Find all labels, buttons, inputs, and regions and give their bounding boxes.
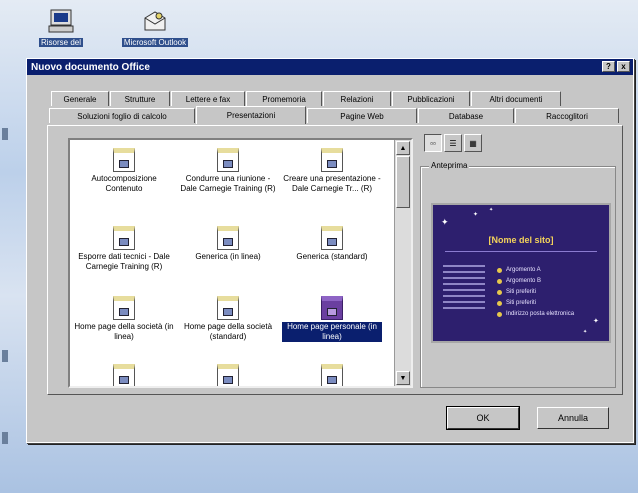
star-icon: ✦ [593, 318, 599, 325]
view-mode-buttons: ▫▫ ☰ ▦ [424, 134, 482, 152]
tab-presentazioni[interactable]: Presentazioni [196, 106, 306, 124]
desktop-edge-mark [2, 432, 8, 444]
star-icon: ✦ [473, 212, 479, 218]
tab-soluzioni-foglio-di-calcolo[interactable]: Soluzioni foglio di calcolo [49, 108, 195, 123]
slide-title: [Nome del sito] [488, 235, 554, 245]
template-item[interactable]: Esporre dati tecnici - Dale Carnegie Tra… [74, 226, 174, 272]
slide-bullet: Argomento A [497, 265, 574, 276]
wizard-icon [113, 148, 135, 172]
template-icon [321, 226, 343, 250]
template-icon [217, 296, 239, 320]
slide-divider [445, 251, 597, 252]
slide-bullet: Argomento B [497, 276, 574, 287]
template-icon [113, 364, 135, 386]
template-icon [113, 296, 135, 320]
template-item[interactable]: Home page della società (in linea) [74, 296, 174, 342]
template-item[interactable]: Generica (standard) [282, 226, 382, 262]
star-icon: ✦ [489, 207, 494, 213]
desktop-icon-label: Risorse del [38, 38, 83, 47]
tab-altri-documenti[interactable]: Altri documenti [471, 91, 561, 106]
desktop-icon-label: Microsoft Outlook [121, 38, 189, 47]
help-button[interactable]: ? [602, 61, 615, 72]
desktop-edge-mark [2, 350, 8, 362]
preview-slide: ✦ ✦ ✦ ✦ ✦ [Nome del sito] Argomento A Ar… [431, 203, 611, 343]
list-view-icon[interactable]: ☰ [444, 134, 462, 152]
tab-row-front: Soluzioni foglio di calcolo Presentazion… [49, 106, 620, 124]
template-list[interactable]: Autocomposizione Contenuto Condurre una … [68, 138, 413, 388]
slide-bullets: Argomento A Argomento B Siti preferiti S… [497, 265, 574, 320]
template-label: Autocomposizione Contenuto [91, 174, 157, 193]
scroll-up-icon[interactable]: ▲ [396, 141, 410, 155]
slide-text-block [443, 265, 485, 313]
template-icon [217, 226, 239, 250]
template-item[interactable]: Generica (in linea) [178, 226, 278, 262]
slide-bullet: Siti preferiti [497, 287, 574, 298]
template-label: Esporre dati tecnici - Dale Carnegie Tra… [78, 252, 170, 271]
template-icon-selected [321, 296, 343, 320]
template-label: Creare una presentazione - Dale Carnegie… [283, 174, 381, 193]
desktop-icon-outlook[interactable]: Microsoft Outlook [120, 8, 190, 47]
outlook-icon [144, 11, 166, 31]
tab-database[interactable]: Database [418, 108, 514, 123]
tab-pubblicazioni[interactable]: Pubblicazioni [392, 91, 470, 106]
ok-button[interactable]: OK [446, 406, 520, 430]
template-item[interactable] [74, 364, 174, 386]
template-label: Condurre una riunione - Dale Carnegie Tr… [180, 174, 276, 193]
tab-row-back: Generale Strutture Lettere e fax Promemo… [51, 91, 562, 106]
star-icon: ✦ [441, 217, 449, 227]
large-icons-view-icon[interactable]: ▫▫ [424, 134, 442, 152]
template-icon [217, 148, 239, 172]
tab-lettere-e-fax[interactable]: Lettere e fax [171, 91, 245, 106]
new-office-document-dialog: Nuovo documento Office ? x Generale Stru… [26, 58, 634, 443]
close-button[interactable]: x [617, 61, 630, 72]
template-list-scrollbar[interactable]: ▲ ▼ [394, 140, 411, 386]
details-view-icon[interactable]: ▦ [464, 134, 482, 152]
template-grid: Autocomposizione Contenuto Condurre una … [70, 140, 395, 386]
template-icon [321, 148, 343, 172]
scroll-thumb[interactable] [396, 156, 410, 208]
tab-raccoglitori[interactable]: Raccoglitori [515, 108, 619, 123]
desktop-edge-mark [2, 128, 8, 140]
template-item-selected[interactable]: Home page personale (in linea) [282, 296, 382, 342]
dialog-title: Nuovo documento Office [31, 61, 150, 73]
star-icon: ✦ [583, 329, 588, 335]
template-icon [113, 226, 135, 250]
template-item[interactable]: Autocomposizione Contenuto [74, 148, 174, 194]
tab-strutture[interactable]: Strutture [110, 91, 170, 106]
template-icon [321, 364, 343, 386]
computer-icon [48, 9, 74, 33]
cancel-button[interactable]: Annulla [537, 407, 609, 429]
template-item[interactable]: Creare una presentazione - Dale Carnegie… [282, 148, 382, 194]
scroll-down-icon[interactable]: ▼ [396, 371, 410, 385]
template-icon [217, 364, 239, 386]
template-item[interactable]: Home page della società (standard) [178, 296, 278, 342]
tab-promemoria[interactable]: Promemoria [246, 91, 322, 106]
preview-group: Anteprima ✦ ✦ ✦ ✦ ✦ [Nome del sito] Argo… [420, 161, 616, 388]
dialog-titlebar[interactable]: Nuovo documento Office ? x [27, 59, 633, 75]
preview-label: Anteprima [429, 161, 470, 170]
slide-bullet: Indirizzo posta elettronica [497, 309, 574, 320]
tab-pagine-web[interactable]: Pagine Web [307, 108, 417, 123]
template-label: Home page personale (in linea) [282, 322, 382, 342]
desktop-icon-computer[interactable]: Risorse del [26, 8, 96, 47]
template-item[interactable] [178, 364, 278, 386]
template-item[interactable] [282, 364, 382, 386]
tab-panel-presentazioni: Autocomposizione Contenuto Condurre una … [47, 125, 623, 395]
template-label: Generica (in linea) [195, 252, 261, 261]
template-label: Home page della società (standard) [183, 322, 273, 341]
template-label: Generica (standard) [296, 252, 368, 261]
tab-relazioni[interactable]: Relazioni [323, 91, 391, 106]
slide-bullet: Siti preferiti [497, 298, 574, 309]
template-label: Home page della società (in linea) [74, 322, 174, 341]
template-item[interactable]: Condurre una riunione - Dale Carnegie Tr… [178, 148, 278, 194]
tab-generale[interactable]: Generale [51, 91, 109, 106]
